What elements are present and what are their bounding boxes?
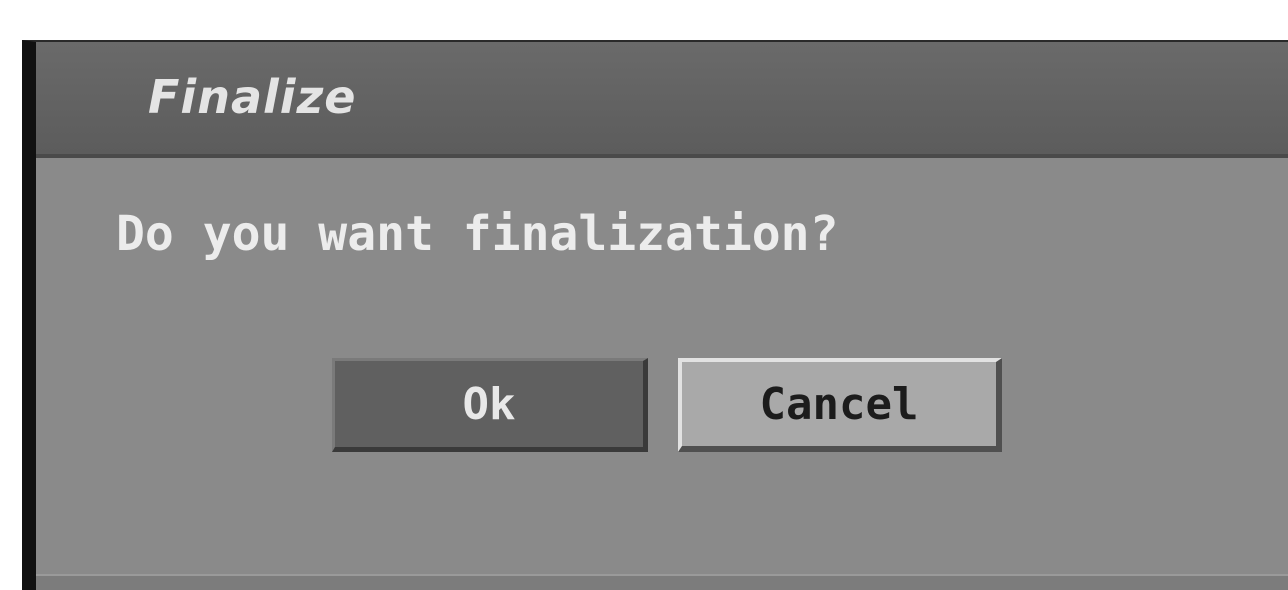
dialog-bottom-edge bbox=[36, 574, 1288, 590]
dialog-title-bar: Finalize bbox=[36, 42, 1288, 158]
ok-button[interactable]: Ok bbox=[332, 358, 648, 452]
ok-button-label: Ok bbox=[462, 378, 516, 430]
cancel-button-label: Cancel bbox=[759, 378, 919, 430]
dialog-message: Do you want finalization? bbox=[116, 206, 839, 262]
finalize-dialog: Finalize Do you want finalization? Ok Ca… bbox=[22, 40, 1288, 590]
dialog-title: Finalize bbox=[148, 70, 357, 124]
cancel-button[interactable]: Cancel bbox=[678, 358, 1002, 452]
